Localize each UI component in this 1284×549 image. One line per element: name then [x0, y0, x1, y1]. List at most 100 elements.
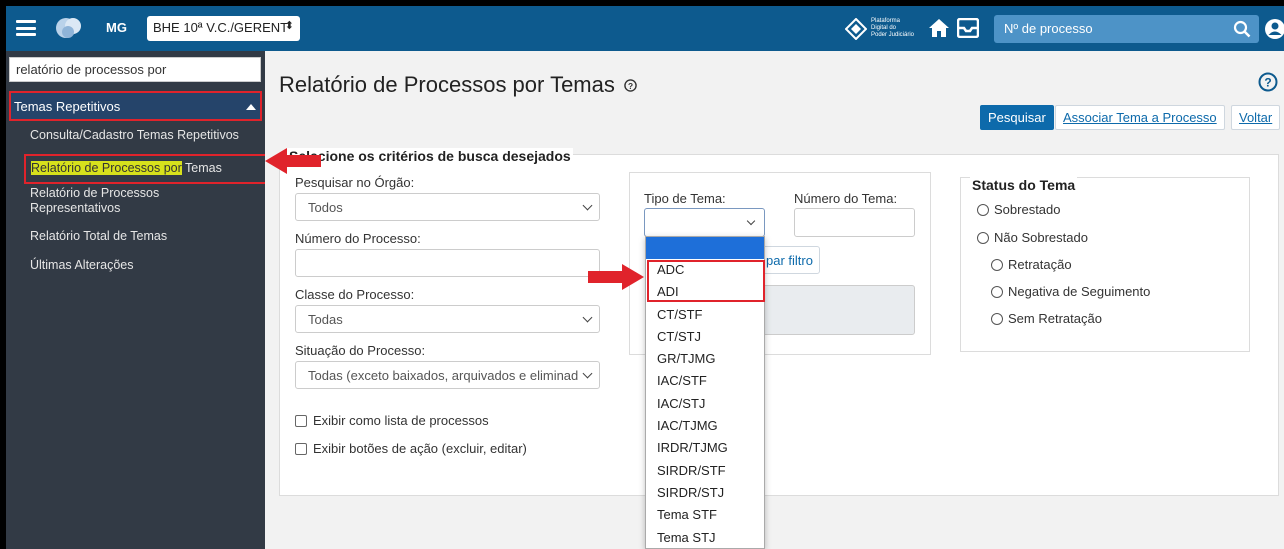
- chevron-down-icon: [746, 216, 756, 226]
- search-button[interactable]: Pesquisar: [980, 105, 1054, 130]
- situacao-label: Situação do Processo:: [295, 343, 426, 358]
- orgao-select[interactable]: Todos: [295, 193, 600, 221]
- sidebar: Temas Repetitivos Consulta/Cadastro Tema…: [6, 51, 267, 549]
- radio-circle[interactable]: [991, 312, 1003, 325]
- user-icon[interactable]: [1264, 18, 1284, 40]
- hamburger-menu-icon[interactable]: [16, 20, 36, 36]
- page-title: Relatório de Processos por Temas: [279, 72, 615, 97]
- checkbox-label: Exibir como lista de processos: [313, 413, 489, 428]
- pdpj-diamond-icon: [844, 17, 868, 41]
- menu-item-consulta-cadastro[interactable]: Consulta/Cadastro Temas Repetitivos: [30, 128, 239, 143]
- radio-label: Sem Retratação: [1008, 311, 1102, 326]
- checkbox-box[interactable]: [295, 442, 307, 455]
- numero-tema-label: Número do Tema:: [794, 191, 898, 206]
- situacao-select-value: Todas (exceto baixados, arquivados e eli…: [308, 368, 579, 383]
- classe-select[interactable]: Todas: [295, 305, 600, 333]
- radio-label: Retratação: [1008, 257, 1072, 272]
- search-icon[interactable]: [1233, 20, 1251, 38]
- menu-group-label: Temas Repetitivos: [14, 99, 121, 114]
- help-circle-icon[interactable]: ?: [624, 79, 637, 92]
- unit-select-value: BHE 10ª V.C./GERENT: [153, 20, 289, 35]
- radio-sem-retratacao[interactable]: Sem Retratação: [991, 311, 1102, 326]
- menu-item-ultimas-alteracoes[interactable]: Últimas Alterações: [30, 258, 134, 273]
- dropdown-option[interactable]: Tema STF: [646, 504, 764, 526]
- orgao-select-value: Todos: [308, 200, 343, 215]
- radio-circle[interactable]: [991, 258, 1003, 271]
- situacao-select[interactable]: Todas (exceto baixados, arquivados e eli…: [295, 361, 600, 389]
- main-content: Relatório de Processos por Temas ? ? Pes…: [265, 51, 1284, 549]
- dropdown-empty-option-selected[interactable]: [646, 237, 764, 259]
- state-label: MG: [106, 20, 127, 35]
- classe-select-value: Todas: [308, 312, 343, 327]
- pdpj-text-1: Plataforma: [871, 18, 901, 24]
- numero-processo-label: Número do Processo:: [295, 231, 421, 246]
- radio-label: Negativa de Seguimento: [1008, 284, 1151, 299]
- chevron-down-icon: [582, 200, 593, 211]
- unit-select[interactable]: BHE 10ª V.C./GERENT ⬍: [147, 16, 300, 41]
- back-button[interactable]: Voltar: [1231, 105, 1281, 130]
- tipo-tema-label: Tipo de Tema:: [644, 191, 726, 206]
- checkbox-botoes-acao[interactable]: Exibir botões de ação (excluir, editar): [295, 441, 527, 456]
- radio-negativa-seguimento[interactable]: Negativa de Seguimento: [991, 284, 1150, 299]
- orgao-label: Pesquisar no Órgão:: [295, 175, 415, 190]
- dropdown-option[interactable]: IRDR/TJMG: [646, 437, 764, 459]
- annotation-arrow-left-icon: [265, 148, 321, 174]
- home-icon[interactable]: [928, 18, 950, 38]
- radio-circle[interactable]: [991, 285, 1003, 298]
- radio-circle[interactable]: [977, 203, 989, 216]
- pdpj-text-3: Poder Judiciário: [871, 32, 915, 38]
- dropdown-option[interactable]: Tema STJ: [646, 527, 764, 549]
- checkbox-box[interactable]: [295, 414, 307, 427]
- tjmg-logo-icon: [56, 18, 81, 38]
- dropdown-option[interactable]: CT/STF: [646, 304, 764, 326]
- svg-text:?: ?: [628, 81, 633, 91]
- inbox-icon[interactable]: [957, 18, 979, 38]
- tipo-tema-select[interactable]: [644, 208, 765, 237]
- help-icon[interactable]: ?: [1258, 72, 1278, 92]
- clear-filter-button[interactable]: par filtro: [762, 246, 820, 274]
- menu-item-line2: Representativos: [30, 201, 121, 215]
- dropdown-option[interactable]: CT/STJ: [646, 326, 764, 348]
- menu-search-input[interactable]: [9, 57, 261, 82]
- status-legend: Status do Tema: [970, 177, 1078, 193]
- process-search: [994, 15, 1259, 43]
- pdpj-text-2: Digital do: [871, 25, 897, 31]
- numero-processo-input[interactable]: [295, 249, 600, 277]
- chevron-down-icon: [582, 312, 593, 323]
- dropdown-option[interactable]: SIRDR/STJ: [646, 482, 764, 504]
- dropdown-option[interactable]: SIRDR/STF: [646, 460, 764, 482]
- radio-label: Não Sobrestado: [994, 230, 1088, 245]
- menu-item-rest: Temas: [181, 161, 222, 175]
- associate-theme-button[interactable]: Associar Tema a Processo: [1055, 105, 1225, 130]
- radio-circle[interactable]: [977, 231, 989, 244]
- classe-label: Classe do Processo:: [295, 287, 415, 302]
- svg-text:?: ?: [1264, 76, 1271, 90]
- annotation-arrow-right-icon: [588, 264, 644, 290]
- checkbox-lista-processos[interactable]: Exibir como lista de processos: [295, 413, 489, 428]
- caret-up-icon: [246, 104, 256, 110]
- dropdown-option[interactable]: IAC/STF: [646, 370, 764, 392]
- menu-item-relatorio-processos-por-temas[interactable]: Relatório de Processos por Temas: [24, 154, 267, 184]
- radio-label: Sobrestado: [994, 202, 1061, 217]
- numero-tema-input[interactable]: [794, 208, 915, 237]
- criteria-legend: Selecione os critérios de busca desejado…: [287, 148, 573, 164]
- radio-retratacao[interactable]: Retratação: [991, 257, 1072, 272]
- radio-nao-sobrestado[interactable]: Não Sobrestado: [977, 230, 1088, 245]
- dropdown-option[interactable]: IAC/TJMG: [646, 415, 764, 437]
- pdpj-logo: Plataforma Digital do Poder Judiciário: [844, 17, 921, 41]
- tema-textarea[interactable]: [762, 285, 915, 335]
- chevron-down-icon: [582, 368, 593, 379]
- dropdown-option[interactable]: IAC/STJ: [646, 393, 764, 415]
- top-bar: MG BHE 10ª V.C./GERENT ⬍ Plataforma Digi…: [6, 6, 1284, 51]
- radio-sobrestado[interactable]: Sobrestado: [977, 202, 1061, 217]
- menu-item-relatorio-representativos[interactable]: Relatório de Processos Representativos: [30, 186, 159, 216]
- menu-item-line1: Relatório de Processos: [30, 186, 160, 200]
- updown-caret-icon: ⬍: [284, 20, 294, 32]
- process-search-input[interactable]: [994, 15, 1214, 42]
- menu-group-temas-repetitivos[interactable]: Temas Repetitivos: [9, 91, 262, 121]
- checkbox-label: Exibir botões de ação (excluir, editar): [313, 441, 527, 456]
- menu-item-relatorio-total[interactable]: Relatório Total de Temas: [30, 229, 167, 244]
- annotation-highlight-box: [647, 260, 765, 302]
- dropdown-option[interactable]: GR/TJMG: [646, 348, 764, 370]
- menu-item-highlight: Relatório de Processos por: [31, 161, 182, 175]
